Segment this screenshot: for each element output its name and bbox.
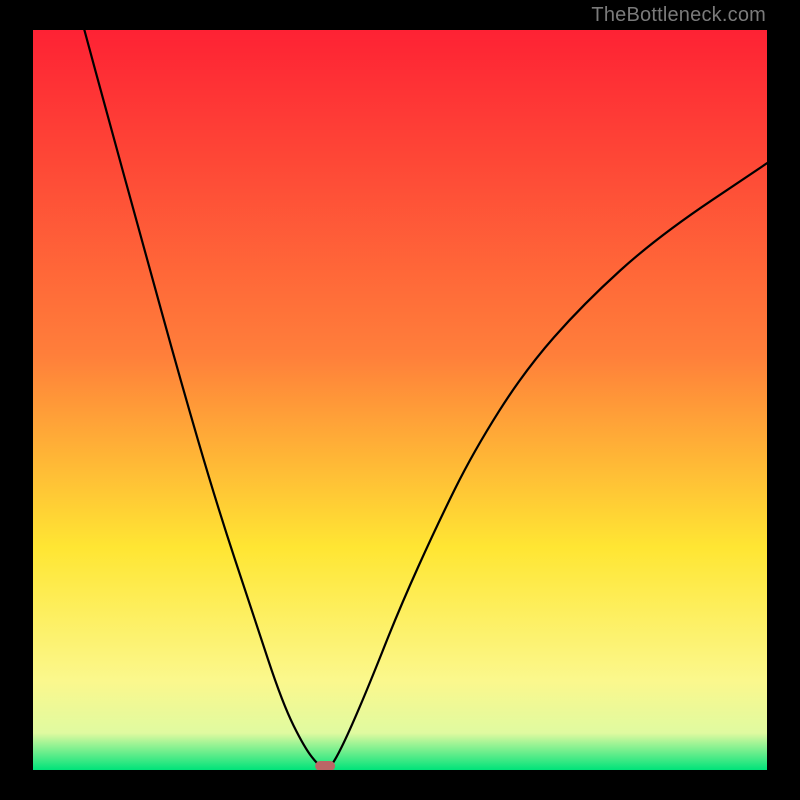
plot-area [33, 30, 767, 770]
minimum-marker [315, 761, 335, 770]
chart-frame: TheBottleneck.com [0, 0, 800, 800]
watermark-text: TheBottleneck.com [591, 4, 766, 27]
gradient-background [33, 30, 767, 770]
chart-svg [33, 30, 767, 770]
